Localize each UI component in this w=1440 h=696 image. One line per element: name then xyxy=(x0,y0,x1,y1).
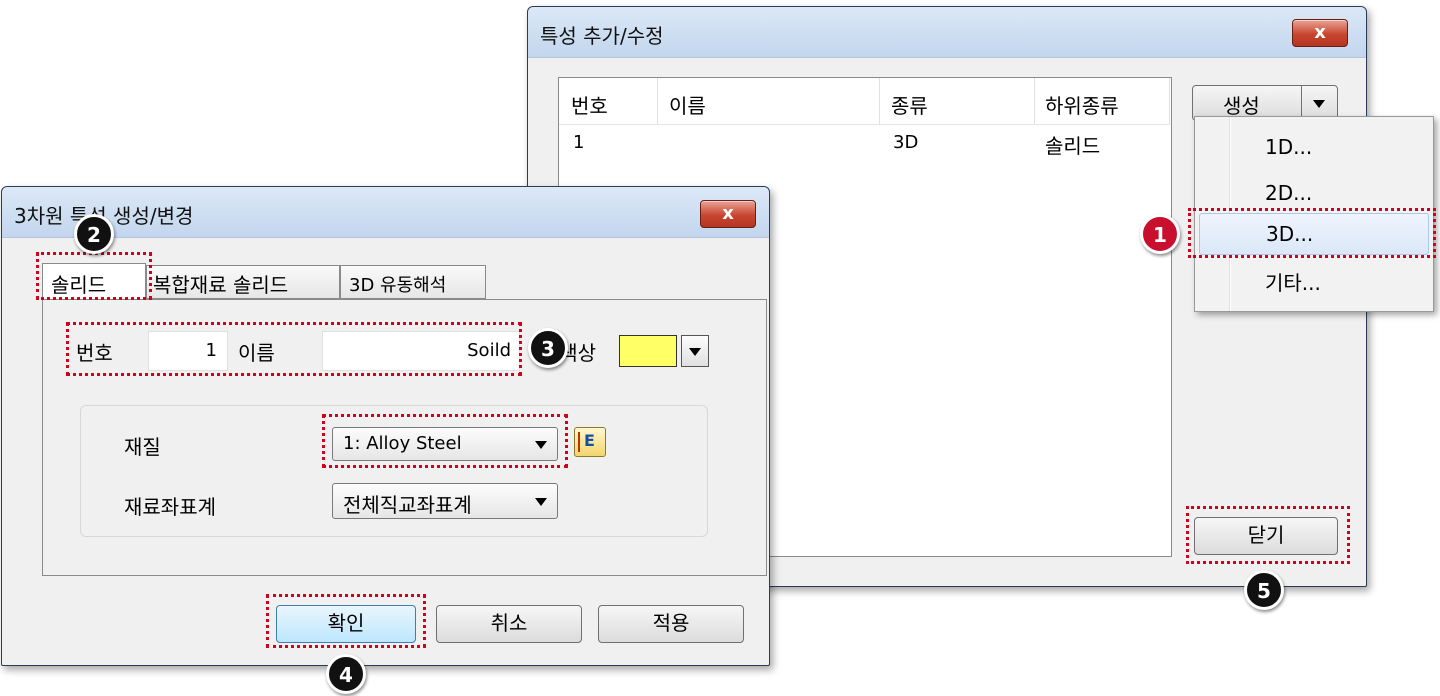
material-label: 재질 xyxy=(124,435,161,459)
close-icon[interactable]: x xyxy=(700,200,756,228)
step-badge-3: 3 xyxy=(528,328,568,368)
highlight-close-button xyxy=(1186,506,1350,564)
table-row[interactable]: 1 3D 솔리드 xyxy=(559,126,1170,160)
chevron-down-icon xyxy=(689,348,701,356)
menu-item-1d[interactable]: 1D... xyxy=(1195,127,1431,167)
menu-item-other[interactable]: 기타... xyxy=(1195,261,1431,301)
column-header-type[interactable]: 종류 xyxy=(891,90,928,119)
highlight-tab-solid xyxy=(36,252,152,300)
column-header-name[interactable]: 이름 xyxy=(669,90,706,119)
chevron-down-icon xyxy=(535,498,547,506)
row-number: 1 xyxy=(573,132,585,153)
row-subtype: 솔리드 xyxy=(1045,134,1101,158)
close-icon[interactable]: x xyxy=(1292,19,1348,47)
material-coord-label: 재료좌표계 xyxy=(124,495,216,519)
apply-button[interactable]: 적용 xyxy=(598,605,744,643)
highlight-ok-button xyxy=(266,594,426,648)
step-badge-1: 1 xyxy=(1140,214,1180,254)
property-list-titlebar: 특성 추가/수정 x xyxy=(528,7,1366,58)
column-header-subtype[interactable]: 하위종류 xyxy=(1045,90,1119,119)
chevron-down-icon[interactable] xyxy=(1313,100,1325,108)
menu-item-2d[interactable]: 2D... xyxy=(1195,173,1431,213)
color-swatch[interactable] xyxy=(619,335,677,367)
material-coord-select[interactable]: 전체직교좌표계 xyxy=(332,483,558,519)
highlight-menu-3d xyxy=(1188,208,1436,258)
solid-property-titlebar: 3차원 특성 생성/변경 x xyxy=(2,187,769,238)
step-badge-2: 2 xyxy=(74,214,114,254)
column-header-number[interactable]: 번호 xyxy=(571,90,608,119)
highlight-material xyxy=(322,414,568,468)
step-badge-4: 4 xyxy=(326,654,366,694)
tab-3d-flow-analysis[interactable]: 3D 유동해석 xyxy=(340,265,486,299)
material-library-icon[interactable]: E xyxy=(574,427,606,457)
table-header: 번호 이름 종류 하위종류 xyxy=(559,78,1170,125)
highlight-number-name xyxy=(66,322,522,376)
cancel-button[interactable]: 취소 xyxy=(436,605,582,643)
step-badge-5: 5 xyxy=(1244,570,1284,610)
color-dropdown-button[interactable] xyxy=(681,335,709,367)
property-list-title: 특성 추가/수정 xyxy=(540,24,664,48)
tab-composite-solid[interactable]: 복합재료 솔리드 xyxy=(146,265,340,299)
row-type: 3D xyxy=(893,132,919,153)
